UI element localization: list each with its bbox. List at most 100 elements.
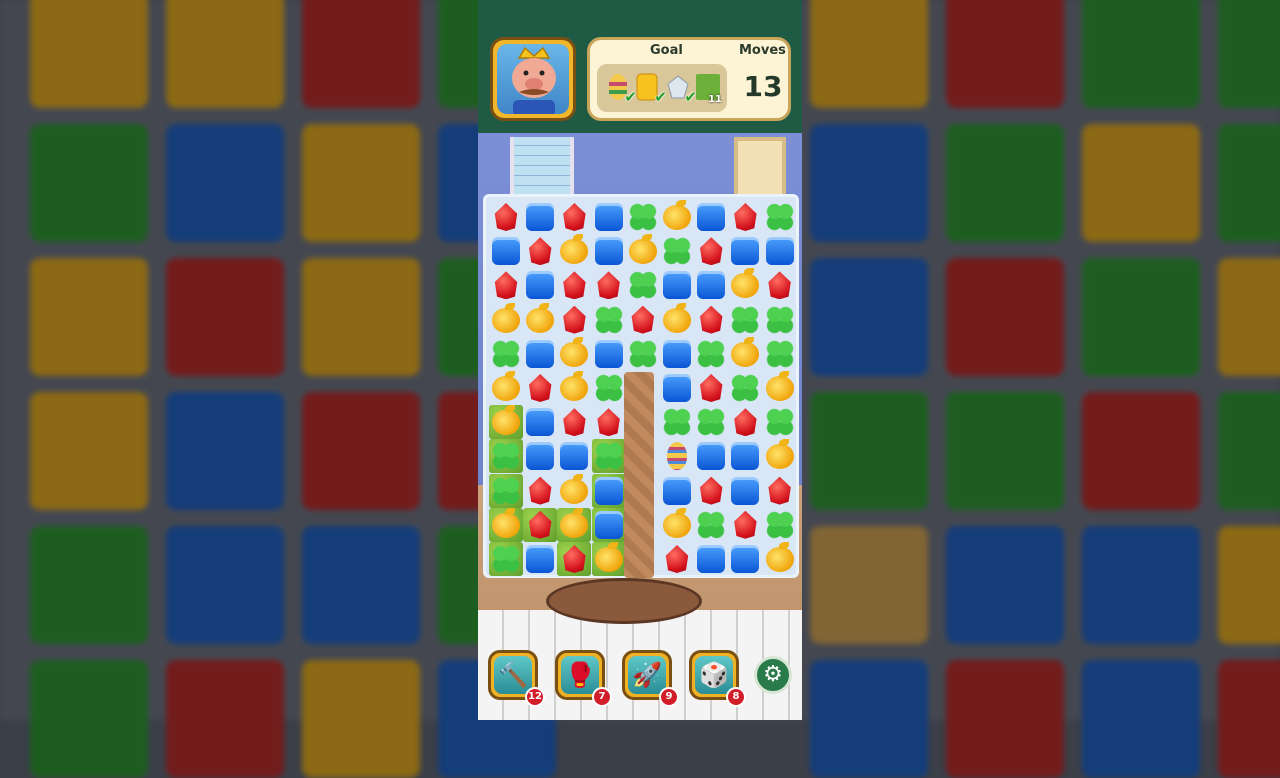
board-cell[interactable] — [557, 303, 591, 337]
board-cell[interactable] — [660, 371, 694, 405]
board-cell[interactable] — [763, 234, 797, 268]
board-cell[interactable] — [592, 268, 626, 302]
board-cell[interactable] — [694, 268, 728, 302]
board-cell[interactable] — [591, 507, 626, 542]
board-cell[interactable] — [728, 371, 762, 405]
board-cell[interactable] — [728, 439, 762, 473]
board-cell[interactable] — [763, 405, 797, 439]
board-cell[interactable] — [728, 234, 762, 268]
board-cell[interactable] — [763, 508, 797, 542]
board-cell[interactable] — [592, 200, 626, 234]
board-cell[interactable] — [557, 268, 591, 302]
board-cell[interactable] — [660, 302, 694, 337]
board-cell[interactable] — [694, 439, 728, 473]
board-cell[interactable] — [626, 337, 660, 371]
booster-hammer-button[interactable]: 🔨 12 — [488, 650, 545, 707]
settings-gear-button[interactable]: ⚙ — [754, 656, 792, 694]
board-cell[interactable] — [728, 268, 762, 302]
board-cell[interactable] — [592, 405, 626, 439]
booster-rocket-button[interactable]: 🚀 9 — [622, 650, 679, 707]
board-cell[interactable] — [592, 337, 626, 371]
board-cell[interactable] — [728, 336, 762, 371]
board-cell[interactable] — [557, 507, 592, 542]
board-cell[interactable] — [557, 542, 592, 576]
board-cell[interactable] — [489, 200, 523, 234]
board-cell[interactable] — [728, 508, 762, 542]
board-cell[interactable] — [523, 439, 557, 473]
board-cell[interactable] — [557, 371, 591, 405]
board-cell[interactable] — [523, 302, 557, 337]
board-cell[interactable] — [523, 507, 558, 542]
blue-piece — [526, 203, 555, 231]
board-cell[interactable] — [728, 200, 762, 234]
board-cell[interactable] — [523, 405, 557, 439]
board-cell[interactable] — [489, 439, 523, 474]
board-cell[interactable] — [626, 200, 660, 234]
booster-dice-button[interactable]: 🎲 8 — [689, 650, 746, 707]
board-cell[interactable] — [523, 268, 557, 302]
board-cell[interactable] — [523, 200, 557, 234]
board-cell[interactable] — [489, 507, 523, 542]
board-cell[interactable] — [523, 474, 557, 508]
board-cell[interactable] — [763, 439, 797, 473]
board-cell[interactable] — [592, 303, 626, 337]
board-cell[interactable] — [660, 268, 694, 302]
board-cell[interactable] — [489, 542, 523, 576]
board-cell[interactable] — [592, 234, 626, 268]
board-cell[interactable] — [660, 439, 694, 473]
board-cell[interactable] — [489, 371, 523, 405]
board-cell[interactable] — [489, 337, 523, 371]
board-cell[interactable] — [763, 268, 797, 302]
board-cell[interactable] — [626, 303, 660, 337]
board-cell[interactable] — [694, 371, 728, 405]
board-cell[interactable] — [660, 200, 694, 234]
board-cell[interactable] — [626, 268, 660, 302]
board-cell[interactable] — [660, 474, 694, 508]
board-cell[interactable] — [763, 337, 797, 371]
board-cell[interactable] — [523, 371, 557, 405]
board-cell[interactable] — [763, 200, 797, 234]
board-cell[interactable] — [523, 542, 557, 576]
board-cell[interactable] — [694, 542, 728, 576]
board-cell[interactable] — [523, 337, 557, 371]
board-cell[interactable] — [557, 234, 591, 268]
board-cell[interactable] — [660, 234, 694, 268]
board-cell[interactable] — [694, 508, 728, 542]
board-cell[interactable] — [763, 542, 797, 576]
booster-glove-button[interactable]: 🥊 7 — [555, 650, 612, 707]
board-cell[interactable] — [591, 439, 626, 474]
board-cell[interactable] — [660, 405, 694, 439]
board-cell[interactable] — [728, 405, 762, 439]
board-cell[interactable] — [557, 405, 591, 439]
board-cell[interactable] — [660, 337, 694, 371]
board-cell[interactable] — [694, 303, 728, 337]
board-cell[interactable] — [694, 234, 728, 268]
board-cell[interactable] — [694, 405, 728, 439]
board-cell[interactable] — [763, 474, 797, 508]
board-cell[interactable] — [763, 371, 797, 405]
green-piece — [765, 510, 794, 539]
board-cell[interactable] — [557, 200, 591, 234]
board-cell[interactable] — [728, 303, 762, 337]
board-cell[interactable] — [523, 234, 557, 268]
board-cell[interactable] — [694, 200, 728, 234]
board-cell[interactable] — [489, 234, 523, 268]
board-cell[interactable] — [591, 473, 626, 508]
board-cell[interactable] — [728, 474, 762, 508]
board-cell[interactable] — [660, 507, 694, 542]
board-cell[interactable] — [728, 542, 762, 576]
board-cell[interactable] — [557, 439, 591, 473]
board-cell[interactable] — [489, 405, 523, 440]
board-cell[interactable] — [694, 474, 728, 508]
board-cell[interactable] — [694, 337, 728, 371]
board-cell[interactable] — [660, 542, 694, 576]
board-cell[interactable] — [626, 234, 660, 268]
board-cell[interactable] — [489, 268, 523, 302]
board-cell[interactable] — [591, 542, 626, 576]
board-cell[interactable] — [763, 303, 797, 337]
board-cell[interactable] — [592, 371, 626, 405]
board-cell[interactable] — [557, 336, 591, 371]
board-cell[interactable] — [489, 473, 523, 508]
board-cell[interactable] — [557, 473, 591, 508]
board-cell[interactable] — [489, 302, 523, 337]
